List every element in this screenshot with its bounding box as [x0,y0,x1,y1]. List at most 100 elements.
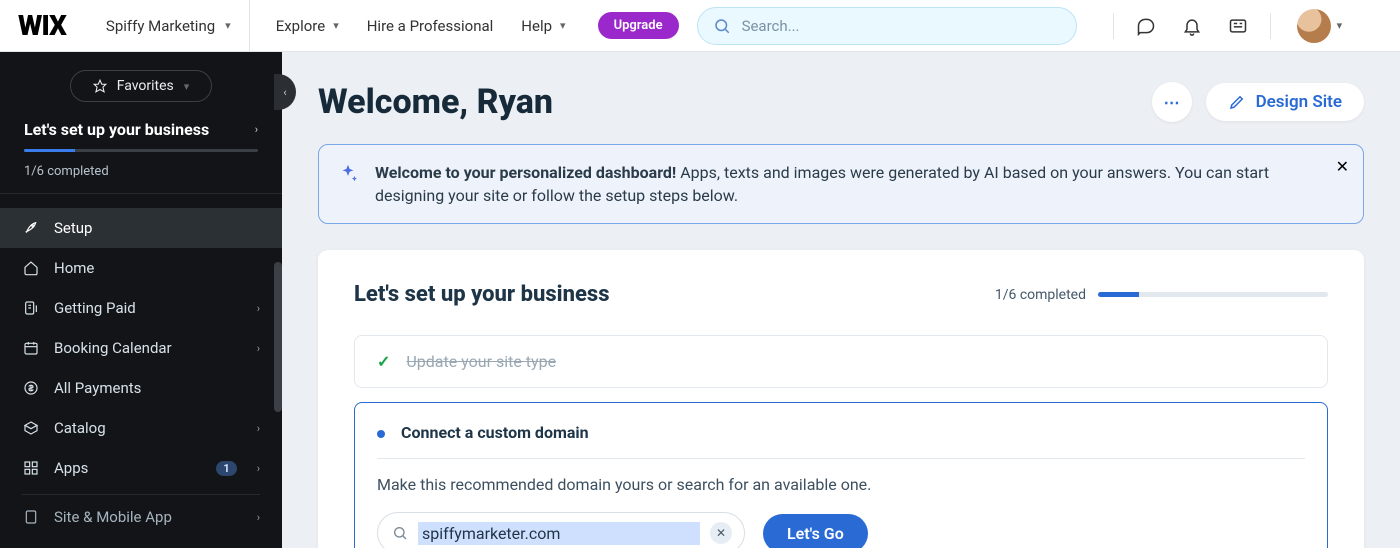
chevron-right-icon: › [257,422,260,435]
design-site-label: Design Site [1256,92,1342,112]
chevron-right-icon: › [257,462,260,475]
sidebar-item-label: Site & Mobile App [54,508,243,526]
sidebar-item-site-mobile[interactable]: Site & Mobile App › [0,501,282,533]
apps-icon [22,460,40,476]
sidebar-item-label: Setup [54,219,260,237]
separator [1113,13,1114,39]
step-connect-domain: Connect a custom domain Make this recomm… [354,402,1328,548]
paid-icon [22,300,40,316]
nav-explore-label: Explore [276,17,326,35]
sidebar-menu: Setup Home Getting Paid › Booking Calend… [0,194,282,533]
sidebar-item-getting-paid[interactable]: Getting Paid › [0,288,282,328]
sidebar-setup-block[interactable]: Let's set up your business › 1/6 complet… [0,120,282,194]
topbar: WIX Spiffy Marketing ▾ Explore ▾ Hire a … [0,0,1400,52]
domain-input-wrap[interactable]: ✕ [377,512,745,548]
sidebar-item-setup[interactable]: Setup [0,208,282,248]
search-bar[interactable] [697,7,1077,45]
chevron-down-icon: ▾ [1337,19,1343,32]
sidebar-progress-label: 1/6 completed [24,164,258,179]
sidebar-item-label: Booking Calendar [54,339,243,357]
nav-hire-pro-label: Hire a Professional [367,17,494,35]
pencil-icon [1228,93,1246,111]
step-title: Update your site type [406,352,556,371]
step-update-site-type[interactable]: ✓ Update your site type [354,335,1328,388]
setup-card-title: Let's set up your business [354,282,609,307]
apps-badge: 1 [216,461,236,476]
setup-card: Let's set up your business 1/6 completed… [318,250,1364,548]
bell-icon[interactable] [1182,16,1202,36]
wix-logo[interactable]: WIX [18,9,66,42]
calendar-icon [22,340,40,356]
sidebar-item-payments[interactable]: All Payments [0,368,282,408]
chevron-right-icon: › [257,511,260,524]
chevron-down-icon: ▾ [184,80,190,93]
star-icon [93,79,107,93]
clear-input-button[interactable]: ✕ [710,522,732,544]
avatar [1297,9,1331,43]
chevron-down-icon: ▾ [333,19,339,32]
setup-card-progress-label: 1/6 completed [995,287,1086,303]
top-icon-group [1130,16,1254,36]
home-icon [22,260,40,276]
sidebar-scrollbar[interactable] [274,262,282,412]
design-site-button[interactable]: Design Site [1206,83,1364,121]
sidebar-item-label: Getting Paid [54,299,243,317]
banner-close-button[interactable]: ✕ [1336,157,1349,176]
chevron-down-icon: ▾ [225,19,231,32]
page-title: Welcome, Ryan [318,82,553,122]
sidebar-item-label: Catalog [54,419,243,437]
site-switcher[interactable]: Spiffy Marketing ▾ [88,0,250,51]
chevron-right-icon: › [257,342,260,355]
catalog-icon [22,420,40,436]
sidebar-item-booking[interactable]: Booking Calendar › [0,328,282,368]
menu-divider [22,494,260,495]
payments-icon [22,380,40,396]
banner-text: Welcome to your personalized dashboard! … [375,161,1317,207]
nav-help-label: Help [521,17,552,35]
check-icon: ✓ [377,352,390,371]
rocket-icon [22,220,40,236]
sidebar: ‹ Favorites ▾ Let's set up your business… [0,52,282,548]
account-menu[interactable]: ▾ [1297,9,1343,43]
chat-icon[interactable] [1136,16,1156,36]
nav-hire-pro[interactable]: Hire a Professional [353,17,508,35]
banner-bold: Welcome to your personalized dashboard! [375,163,676,182]
active-dot-icon [377,430,385,438]
step-title: Connect a custom domain [401,423,589,442]
nav-explore[interactable]: Explore ▾ [262,17,353,35]
page-header: Welcome, Ryan ⋯ Design Site [318,82,1364,122]
chevron-right-icon: › [255,123,258,136]
setup-card-progress: 1/6 completed [995,287,1328,303]
sidebar-item-apps[interactable]: Apps 1 › [0,448,282,488]
sparkle-icon [337,163,359,185]
sidebar-item-catalog[interactable]: Catalog › [0,408,282,448]
favorites-button[interactable]: Favorites ▾ [70,70,213,102]
progress-track [1098,292,1328,297]
sidebar-progress-track [24,149,258,152]
site-switcher-name: Spiffy Marketing [106,17,215,35]
sidebar-item-label: Home [54,259,260,277]
news-icon[interactable] [1228,16,1248,36]
top-nav: Explore ▾ Hire a Professional Help ▾ [250,17,580,35]
device-icon [22,509,40,525]
separator [1270,13,1271,39]
lets-go-button[interactable]: Let's Go [763,514,868,548]
search-icon [712,16,732,36]
favorites-label: Favorites [117,78,174,94]
divider [377,458,1305,459]
more-actions-button[interactable]: ⋯ [1152,82,1192,122]
domain-input[interactable] [418,522,700,545]
sidebar-setup-title: Let's set up your business [24,120,209,139]
sidebar-item-label: All Payments [54,379,260,397]
welcome-banner: Welcome to your personalized dashboard! … [318,144,1364,224]
main-panel: Welcome, Ryan ⋯ Design Site Welcom [282,52,1400,548]
sidebar-item-home[interactable]: Home [0,248,282,288]
upgrade-button[interactable]: Upgrade [598,12,679,39]
chevron-down-icon: ▾ [560,19,566,32]
chevron-right-icon: › [257,302,260,315]
nav-help[interactable]: Help ▾ [507,17,579,35]
search-input[interactable] [742,17,1062,35]
sidebar-item-label: Apps [54,459,202,477]
step-description: Make this recommended domain yours or se… [377,475,1305,494]
search-icon [392,525,408,541]
